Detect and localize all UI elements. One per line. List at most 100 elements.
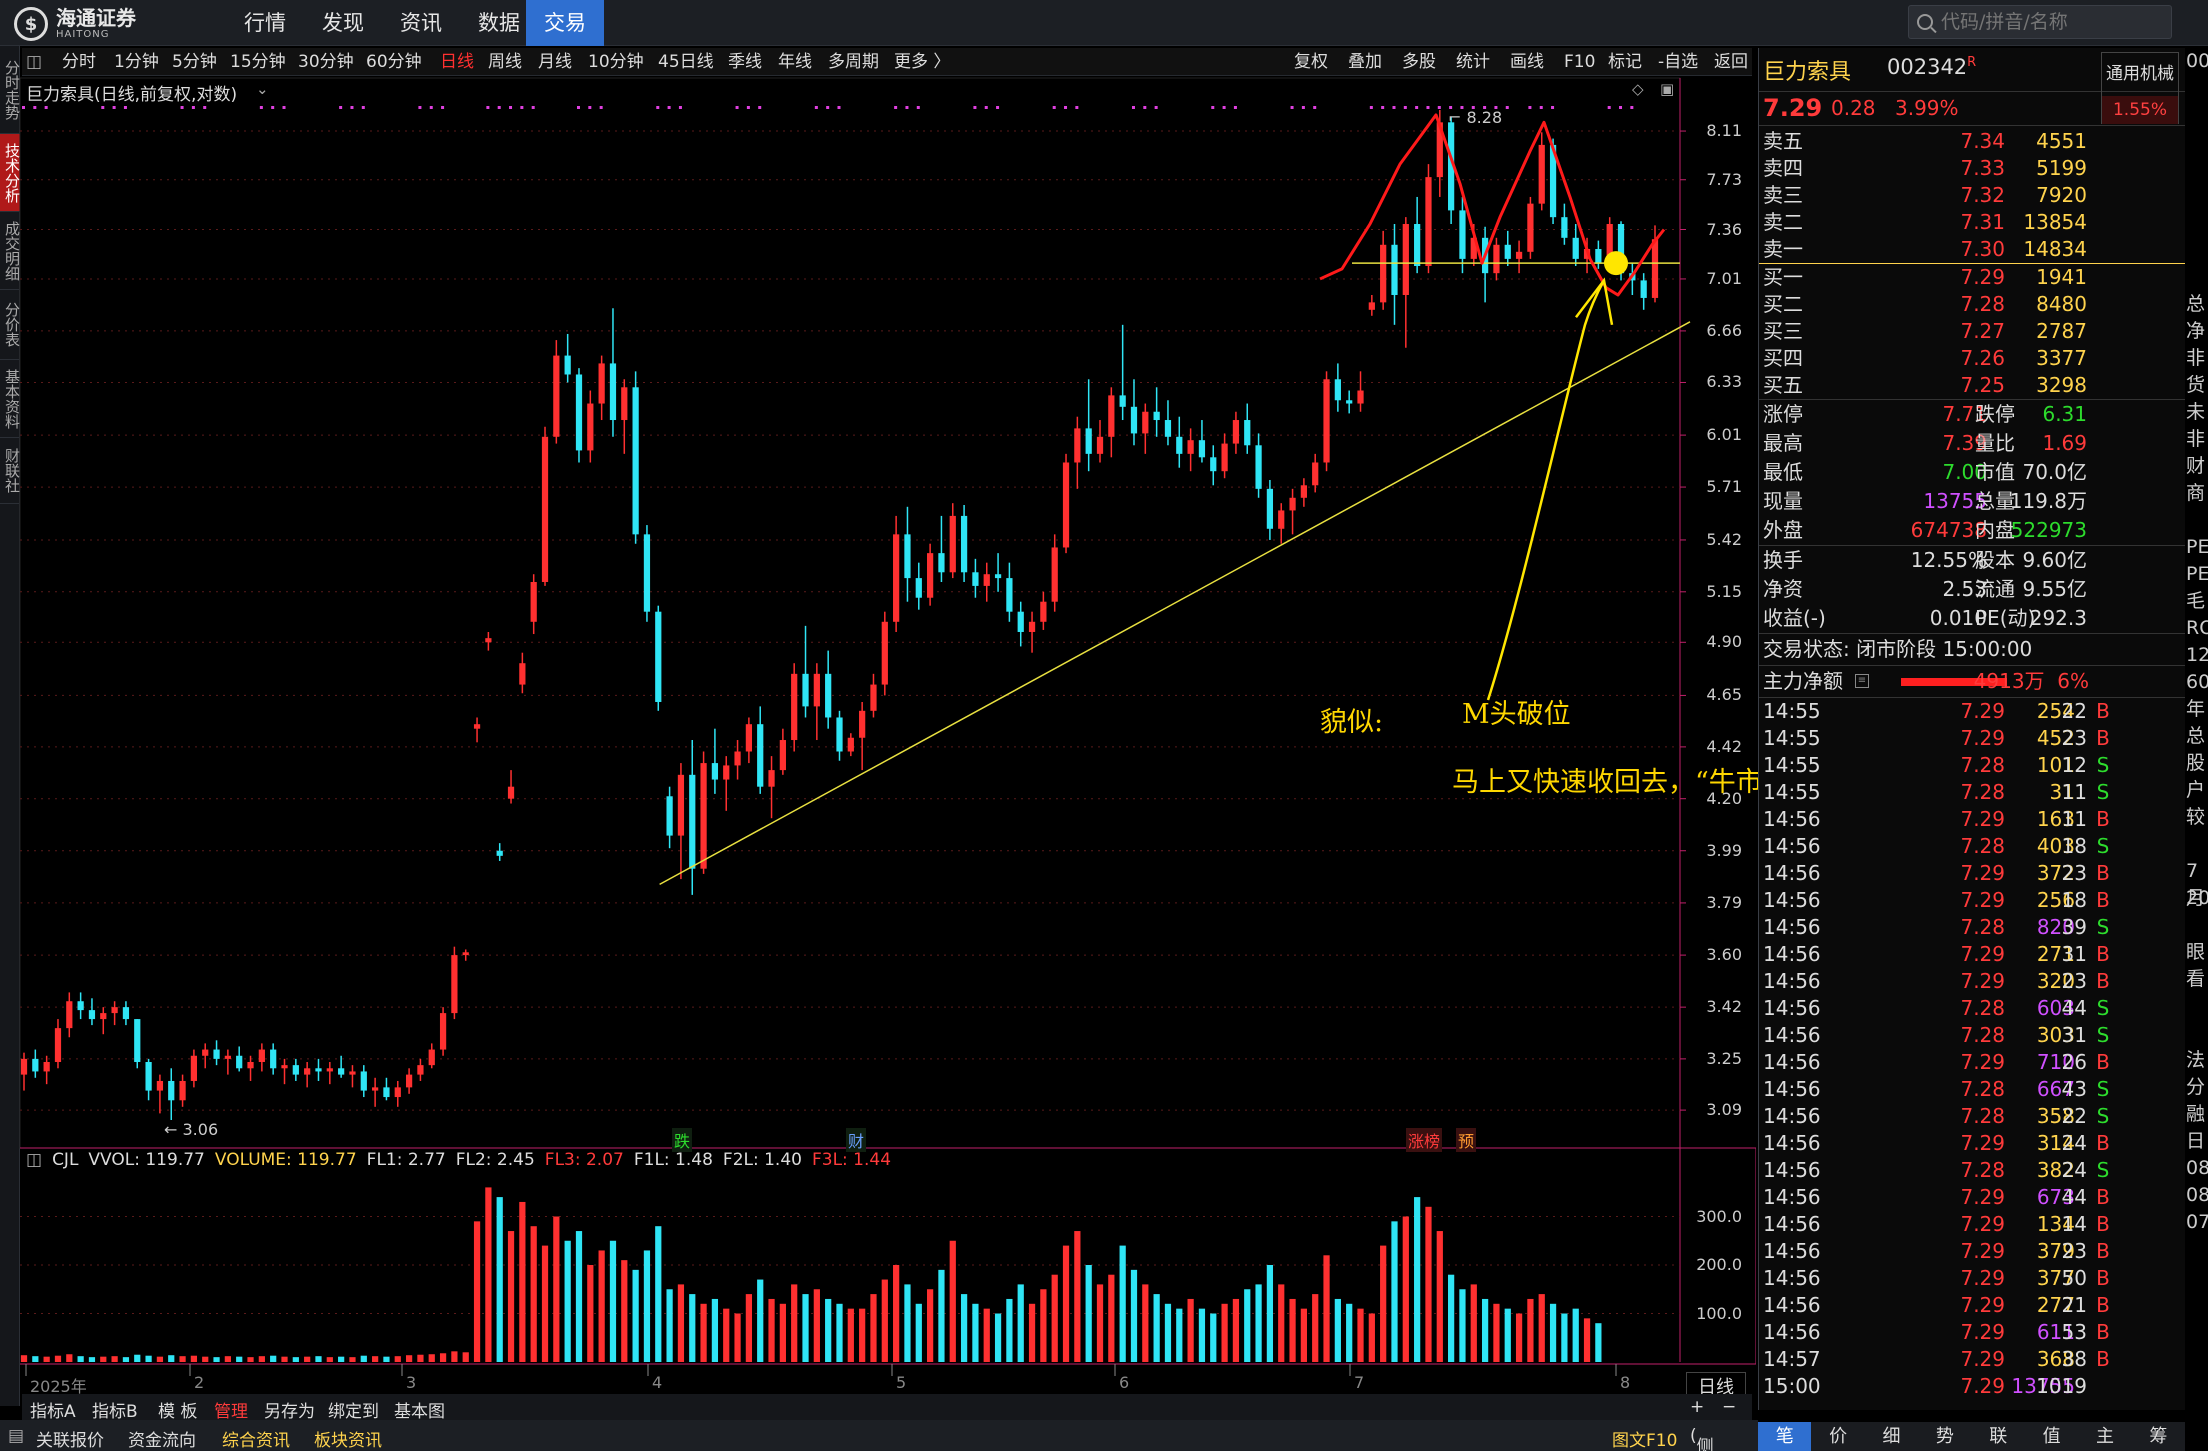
tick-tab[interactable]: 主	[2078, 1422, 2131, 1451]
candle-body	[417, 1065, 424, 1075]
volume-bar	[473, 1221, 481, 1362]
indicator-a[interactable]: 指标A	[30, 1397, 76, 1422]
status-f10[interactable]: 图文F10	[1612, 1426, 1677, 1451]
tick-row[interactable]: 14:56 7.29 611 B 53	[1759, 1319, 2185, 1346]
bid-row[interactable]: 买五 7.25 3298	[1759, 372, 2185, 399]
chart-title-dropdown-icon[interactable]: ⌄	[256, 80, 269, 98]
tick-row[interactable]: 14:56 7.29 673 B 44	[1759, 1184, 2185, 1211]
event-marker[interactable]: 预	[1456, 1128, 1477, 1152]
tick-row[interactable]: 14:55 7.29 254 B 22	[1759, 698, 2185, 725]
main-flow-table-icon[interactable]: ≡	[1855, 674, 1869, 688]
info-row[interactable]: 现量 13755 总量 119.8万	[1759, 487, 2185, 516]
tick-row[interactable]: 14:56 7.29 372 B 23	[1759, 860, 2185, 887]
ask-row[interactable]: 卖三 7.32 7920	[1759, 182, 2185, 209]
tick-tab[interactable]: 筹	[2132, 1422, 2185, 1451]
volume-legend-icon[interactable]: ◫	[26, 1150, 42, 1170]
clipped-text: PE	[2186, 536, 2208, 558]
volume-indicator-name[interactable]: CJL	[52, 1150, 78, 1170]
info-row[interactable]: 净资 2.53 流通 9.55亿	[1759, 575, 2185, 604]
candle-body	[179, 1080, 186, 1101]
tick-row[interactable]: 14:56 7.29 320 B 23	[1759, 968, 2185, 995]
candle-body	[1153, 411, 1160, 421]
tick-row[interactable]: 14:56 7.29 256 B 18	[1759, 887, 2185, 914]
volume-legend-item: FL1: 2.77	[366, 1150, 446, 1170]
indicator-bind[interactable]: 绑定到	[328, 1397, 379, 1422]
tick-row[interactable]: 14:55 7.28 101 S 12	[1759, 752, 2185, 779]
info-row[interactable]: 最高 7.39 量比 1.69	[1759, 429, 2185, 458]
statusbar-menu-icon[interactable]: ▤	[8, 1426, 24, 1446]
search-box[interactable]	[1908, 5, 2172, 39]
tick-tab[interactable]: 联	[1972, 1422, 2025, 1451]
tick-row[interactable]: 14:57 7.29 368 B 38	[1759, 1346, 2185, 1373]
info-row[interactable]: 换手 12.55% 股本 9.60亿	[1759, 546, 2185, 575]
chart-panel-icon[interactable]: ▣	[1660, 80, 1674, 98]
tick-row[interactable]: 14:56 7.28 358 S 22	[1759, 1103, 2185, 1130]
candle-body	[949, 515, 956, 573]
indicator-basic[interactable]: 基本图	[394, 1397, 445, 1422]
tick-row[interactable]: 14:55 7.29 452 B 23	[1759, 725, 2185, 752]
tick-row[interactable]: 14:56 7.29 163 B 11	[1759, 806, 2185, 833]
status-news[interactable]: 综合资讯	[222, 1426, 290, 1451]
status-sector-news[interactable]: 板块资讯	[314, 1426, 382, 1451]
tick-row[interactable]: 14:56 7.29 134 B 14	[1759, 1211, 2185, 1238]
ask-row[interactable]: 卖五 7.34 4551	[1759, 128, 2185, 155]
zoom-out-icon[interactable]: −	[1722, 1397, 1736, 1417]
info-row[interactable]: 外盘 674738 内盘 522973	[1759, 516, 2185, 545]
event-marker[interactable]: 财	[846, 1128, 867, 1152]
search-input[interactable]	[1941, 11, 2161, 33]
candle-body	[972, 572, 979, 586]
bid-row[interactable]: 买二 7.28 8480	[1759, 291, 2185, 318]
indicator-save-as[interactable]: 另存为	[264, 1397, 315, 1422]
bid-row[interactable]: 买一 7.29 1941	[1759, 264, 2185, 291]
tick-row[interactable]: 14:56 7.29 379 B 23	[1759, 1238, 2185, 1265]
tick-row[interactable]: 14:56 7.29 377 B 50	[1759, 1265, 2185, 1292]
indicator-b[interactable]: 指标B	[92, 1397, 138, 1422]
status-fund-flow[interactable]: 资金流向	[128, 1426, 196, 1451]
info-row[interactable]: 最低 7.00 市值 70.0亿	[1759, 458, 2185, 487]
status-sidebar[interactable]: (侧边栏	[1690, 1426, 1714, 1451]
event-marker[interactable]: 跌	[672, 1128, 693, 1152]
tick-row[interactable]: 14:55 7.28 31 S 11	[1759, 779, 2185, 806]
tick-list[interactable]: 14:55 7.29 254 B 22 14:55 7.29 452 B 23 14:55 7.28 1…	[1759, 698, 2185, 1400]
tick-row[interactable]: 14:56 7.29 271 B 31	[1759, 941, 2185, 968]
tick-price: 7.29	[1960, 1320, 2005, 1344]
signal-dot	[350, 106, 354, 109]
bid-price: 7.28	[1960, 292, 2005, 316]
tick-row[interactable]: 14:56 7.29 710 B 26	[1759, 1049, 2185, 1076]
bid-row[interactable]: 买三 7.27 2787	[1759, 318, 2185, 345]
ask-row[interactable]: 卖一 7.30 14834	[1759, 236, 2185, 263]
tick-row[interactable]: 15:00 7.29 13755 1019	[1759, 1373, 2185, 1400]
info-row[interactable]: 收益(-) 0.010 PE(动) 292.3	[1759, 604, 2185, 633]
tick-row[interactable]: 14:56 7.29 277 B 21	[1759, 1292, 2185, 1319]
volume-bar	[1380, 1245, 1387, 1362]
event-marker[interactable]: 涨榜	[1406, 1128, 1443, 1152]
zoom-in-icon[interactable]: +	[1690, 1397, 1704, 1417]
tick-row[interactable]: 14:56 7.28 820 S 39	[1759, 914, 2185, 941]
chart-diamond-icon[interactable]: ◇	[1632, 80, 1644, 98]
bid-row[interactable]: 买四 7.26 3377	[1759, 345, 2185, 372]
signal-dot	[984, 106, 988, 109]
tick-tab[interactable]: 价	[1811, 1422, 1864, 1451]
status-related-quote[interactable]: 关联报价	[36, 1426, 104, 1451]
volume-legend-item: VOLUME: 119.77	[214, 1150, 357, 1170]
tick-row[interactable]: 14:56 7.29 314 B 24	[1759, 1130, 2185, 1157]
tick-row[interactable]: 14:56 7.28 382 S 24	[1759, 1157, 2185, 1184]
tick-row[interactable]: 14:56 7.28 403 S 18	[1759, 833, 2185, 860]
price-axis-label: 7.36	[1706, 219, 1742, 239]
candle-body	[711, 763, 719, 780]
ask-row[interactable]: 卖二 7.31 13854	[1759, 209, 2185, 236]
tick-row[interactable]: 14:56 7.28 603 S 44	[1759, 995, 2185, 1022]
volume-bar	[32, 1356, 39, 1362]
info-row[interactable]: 涨停 7.71 跌停 6.31	[1759, 400, 2185, 429]
tick-row[interactable]: 14:56 7.28 303 S 31	[1759, 1022, 2185, 1049]
candle-body	[372, 1087, 379, 1091]
ask-row[interactable]: 卖四 7.33 5199	[1759, 155, 2185, 182]
tick-tab[interactable]: 势	[1918, 1422, 1971, 1451]
tick-tab[interactable]: 笔	[1758, 1422, 1812, 1451]
tick-tab[interactable]: 值	[2025, 1422, 2078, 1451]
indicator-template[interactable]: 模 板	[158, 1397, 197, 1422]
indicator-manage[interactable]: 管理	[214, 1397, 248, 1422]
tick-row[interactable]: 14:56 7.28 667 S 43	[1759, 1076, 2185, 1103]
stock-name[interactable]: 巨力索具	[1763, 54, 1851, 86]
tick-tab[interactable]: 细	[1865, 1422, 1918, 1451]
